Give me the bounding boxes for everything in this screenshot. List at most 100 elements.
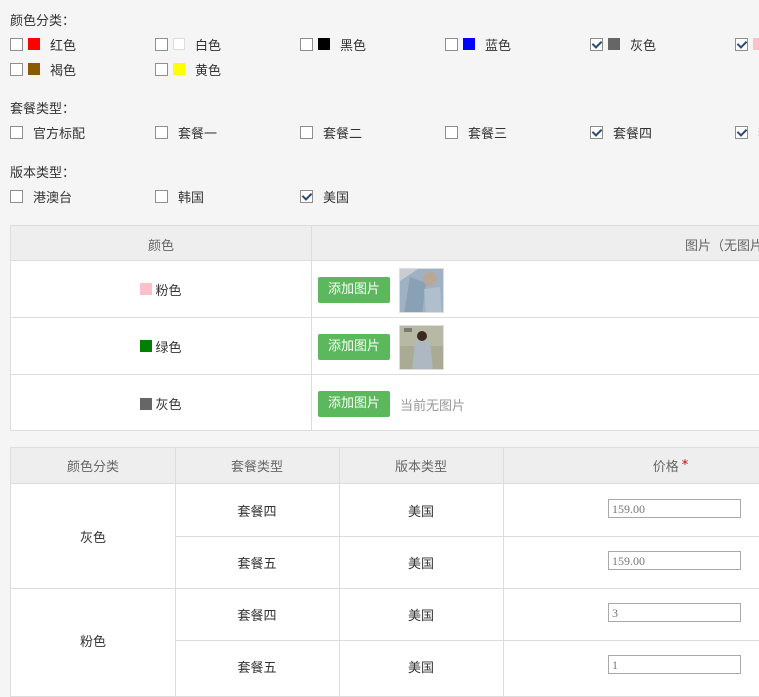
checkbox[interactable]: [445, 37, 458, 51]
version-cell: 美国: [407, 660, 434, 676]
table-row: 粉色 添加图片: [11, 261, 759, 318]
option-label: 褐色: [50, 63, 77, 79]
checkbox[interactable]: [735, 37, 748, 51]
package-option-1[interactable]: 套餐一: [155, 124, 218, 142]
package-cell: 套餐五: [237, 660, 277, 676]
checkbox[interactable]: [155, 62, 168, 76]
color-option-brown[interactable]: 褐色: [10, 61, 77, 79]
color-swatch: [318, 38, 330, 50]
checkbox[interactable]: [155, 37, 168, 51]
version-option-hk-mo-tw[interactable]: 港澳台: [10, 188, 73, 206]
checkbox[interactable]: [735, 125, 748, 139]
color-option-red[interactable]: 红色: [10, 36, 77, 54]
price-input[interactable]: [608, 499, 741, 518]
checkbox[interactable]: [300, 37, 313, 51]
add-image-button[interactable]: 添加图片: [318, 334, 391, 360]
package-option-2[interactable]: 套餐二: [300, 124, 363, 142]
color-swatch: [140, 283, 153, 295]
product-thumbnail[interactable]: [399, 268, 444, 313]
checkbox[interactable]: [10, 125, 23, 139]
option-label: 套餐四: [613, 126, 653, 142]
price-input[interactable]: [608, 655, 741, 674]
option-label: 白色: [195, 38, 222, 54]
checkbox[interactable]: [155, 189, 168, 203]
color-swatch: [28, 38, 40, 50]
header-price: 价格 *: [503, 448, 759, 483]
package-cell: 套餐五: [237, 556, 277, 572]
color-option-white[interactable]: 白色: [155, 36, 222, 54]
header-version: 版本类型: [394, 460, 447, 475]
price-input[interactable]: [608, 603, 741, 622]
option-label: 红色: [50, 38, 77, 54]
package-option-standard[interactable]: 官方标配: [10, 124, 86, 142]
header-color: 颜色: [147, 239, 174, 254]
color-option-black[interactable]: 黑色: [300, 36, 367, 54]
group-color: 粉色: [79, 634, 106, 650]
color-swatch: [28, 63, 40, 75]
version-cell: 美国: [407, 608, 434, 624]
package-option-4[interactable]: 套餐四: [590, 124, 653, 142]
color-section-label: 颜色分类：: [10, 14, 76, 29]
header-color: 颜色分类: [66, 460, 119, 475]
table-row: 灰色 添加图片 当前无图片: [11, 375, 759, 432]
color-name: 灰色: [155, 398, 182, 413]
checkbox[interactable]: [590, 37, 603, 51]
option-label: 韩国: [178, 190, 205, 206]
checkbox[interactable]: [10, 189, 23, 203]
checkbox[interactable]: [10, 37, 23, 51]
no-image-text: 当前无图片: [400, 399, 466, 414]
option-label: 黄色: [195, 63, 222, 79]
color-option-blue[interactable]: 蓝色: [445, 36, 512, 54]
checkbox[interactable]: [445, 125, 458, 139]
color-option-gray[interactable]: 灰色: [590, 36, 657, 54]
product-thumbnail[interactable]: [399, 325, 444, 370]
price-label: 价格: [652, 460, 679, 475]
package-section-label: 套餐类型：: [10, 102, 76, 117]
sku-price-table: 颜色分类 套餐类型 版本类型 价格* 灰色 套餐四 美国 套餐五 美国 粉色 套…: [10, 447, 759, 697]
option-label: 套餐二: [323, 126, 363, 142]
option-label: 美国: [323, 190, 350, 206]
color-swatch: [753, 38, 759, 50]
color-name: 绿色: [155, 340, 182, 356]
required-mark: *: [681, 458, 689, 473]
package-option-5[interactable]: 套: [735, 124, 759, 142]
checkbox[interactable]: [10, 62, 23, 76]
color-option-pink[interactable]: [735, 36, 759, 52]
option-label: 官方标配: [33, 126, 86, 142]
option-label: 黑色: [340, 38, 367, 54]
option-label: 蓝色: [485, 38, 512, 54]
add-image-button[interactable]: 添加图片: [318, 277, 391, 303]
group-color: 灰色: [79, 530, 106, 546]
option-label: 港澳台: [33, 190, 73, 206]
color-image-table: 颜色 图片（无图片 粉色 添加图片 绿色 添加图片 灰色 添加图片 当前无图片: [10, 225, 759, 431]
color-swatch: [140, 397, 153, 410]
checkbox[interactable]: [590, 125, 603, 139]
table-header: 颜色分类 套餐类型 版本类型 价格 *: [11, 448, 759, 484]
color-option-yellow[interactable]: 黄色: [155, 61, 222, 79]
version-option-korea[interactable]: 韩国: [155, 188, 205, 206]
package-option-3[interactable]: 套餐三: [445, 124, 508, 142]
price-input[interactable]: [608, 551, 741, 570]
option-label: 套餐三: [468, 126, 508, 142]
version-cell: 美国: [407, 556, 434, 572]
version-cell: 美国: [407, 504, 434, 520]
option-label: 套餐一: [178, 126, 218, 142]
package-cell: 套餐四: [237, 504, 277, 520]
color-swatch: [608, 38, 620, 50]
checkbox[interactable]: [155, 125, 168, 139]
color-swatch: [140, 340, 153, 352]
color-swatch: [173, 63, 185, 75]
table-header: 颜色 图片（无图片: [11, 226, 759, 261]
package-cell: 套餐四: [237, 608, 277, 624]
version-section-label: 版本类型：: [10, 166, 76, 181]
color-name: 粉色: [155, 283, 182, 299]
header-image: 图片（无图片: [685, 239, 759, 254]
header-package: 套餐类型: [230, 460, 283, 475]
table-row: 绿色 添加图片: [11, 318, 759, 375]
checkbox[interactable]: [300, 125, 313, 139]
option-label: 灰色: [630, 38, 657, 54]
color-swatch: [173, 38, 185, 50]
checkbox[interactable]: [300, 189, 313, 203]
add-image-button[interactable]: 添加图片: [318, 391, 391, 417]
version-option-usa[interactable]: 美国: [300, 188, 350, 206]
